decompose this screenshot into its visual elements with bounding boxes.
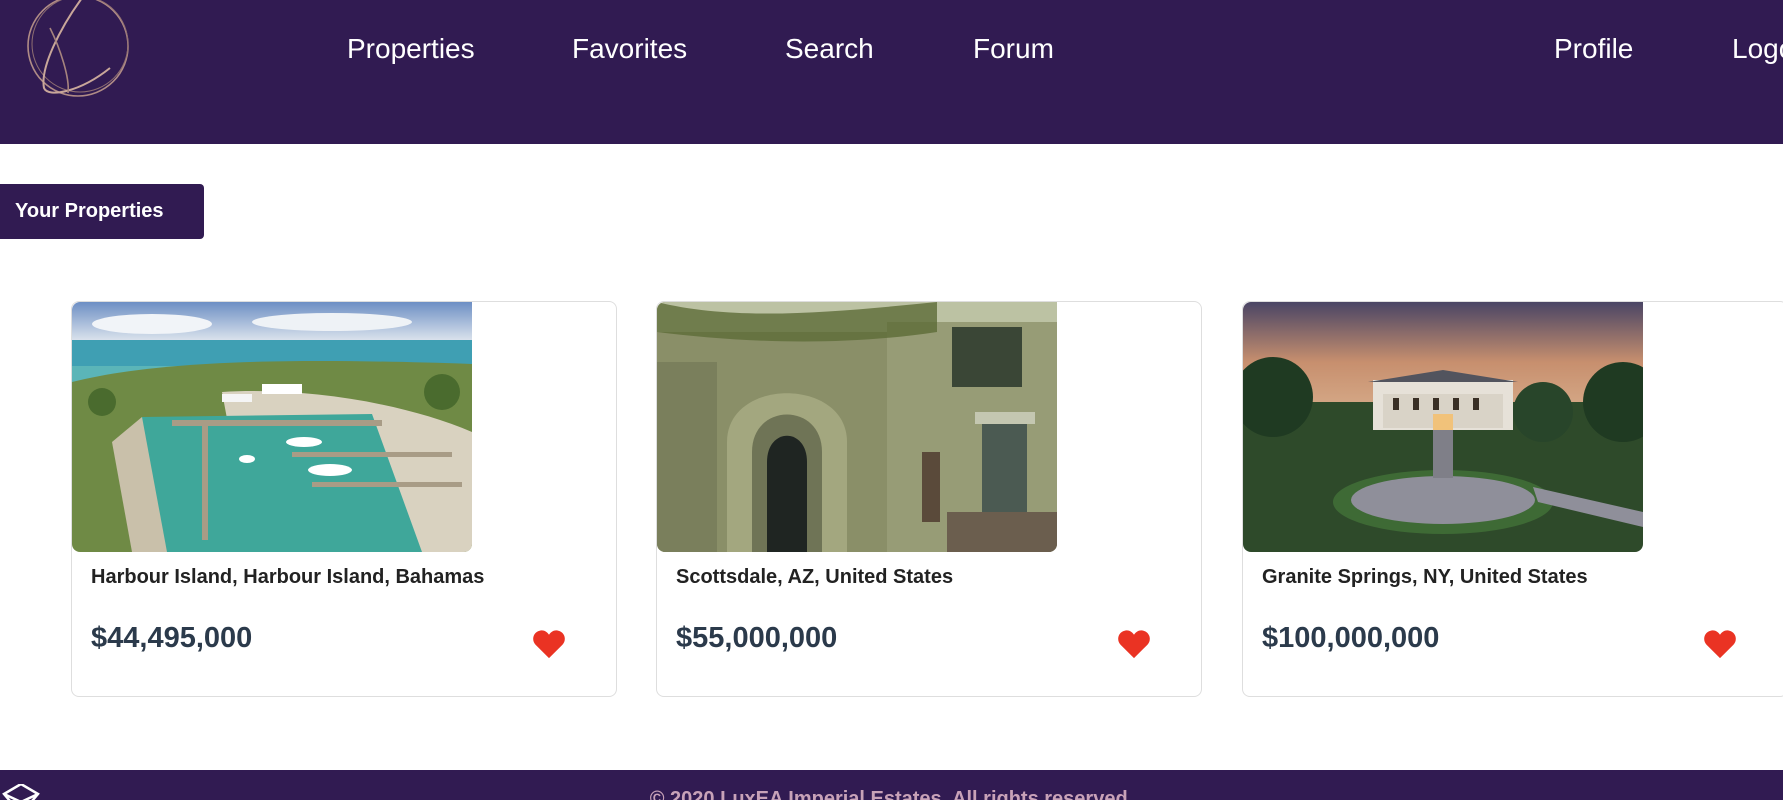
listing-price: $55,000,000 — [676, 622, 838, 654]
nav-properties[interactable]: Properties — [347, 32, 475, 66]
main-content: Your Properties Harbour Island, Harbour … — [0, 144, 1783, 770]
nav-profile[interactable]: Profile — [1554, 32, 1633, 66]
nav-search[interactable]: Search — [785, 32, 874, 66]
heart-icon[interactable] — [1703, 628, 1737, 660]
listing-price: $44,495,000 — [91, 622, 253, 654]
section-tab-your-properties[interactable]: Your Properties — [0, 184, 204, 239]
footer-copyright: © 2020 LuxEA Imperial Estates. All right… — [649, 788, 1134, 800]
listing-location: Harbour Island, Harbour Island, Bahamas — [91, 566, 485, 588]
harbour-aerial-photo[interactable] — [72, 302, 472, 552]
brand-logo-icon[interactable] — [20, 0, 140, 108]
top-navbar: Properties Favorites Search Forum Profil… — [0, 0, 1783, 144]
nav-logout[interactable]: Logout — [1732, 32, 1783, 66]
nav-favorites[interactable]: Favorites — [572, 32, 687, 66]
nav-forum[interactable]: Forum — [973, 32, 1054, 66]
heart-icon[interactable] — [1117, 628, 1151, 660]
listing-location: Granite Springs, NY, United States — [1262, 566, 1588, 588]
property-card[interactable]: Scottsdale, AZ, United States $55,000,00… — [656, 301, 1202, 697]
heart-icon[interactable] — [532, 628, 566, 660]
property-card[interactable]: Harbour Island, Harbour Island, Bahamas … — [71, 301, 617, 697]
estate-mansion-photo[interactable] — [1243, 302, 1643, 552]
site-footer: © 2020 LuxEA Imperial Estates. All right… — [0, 770, 1783, 800]
listing-location: Scottsdale, AZ, United States — [676, 566, 954, 588]
stone-archway-photo[interactable] — [657, 302, 1057, 552]
property-card[interactable]: Granite Springs, NY, United States $100,… — [1242, 301, 1783, 697]
listing-price: $100,000,000 — [1262, 622, 1440, 654]
